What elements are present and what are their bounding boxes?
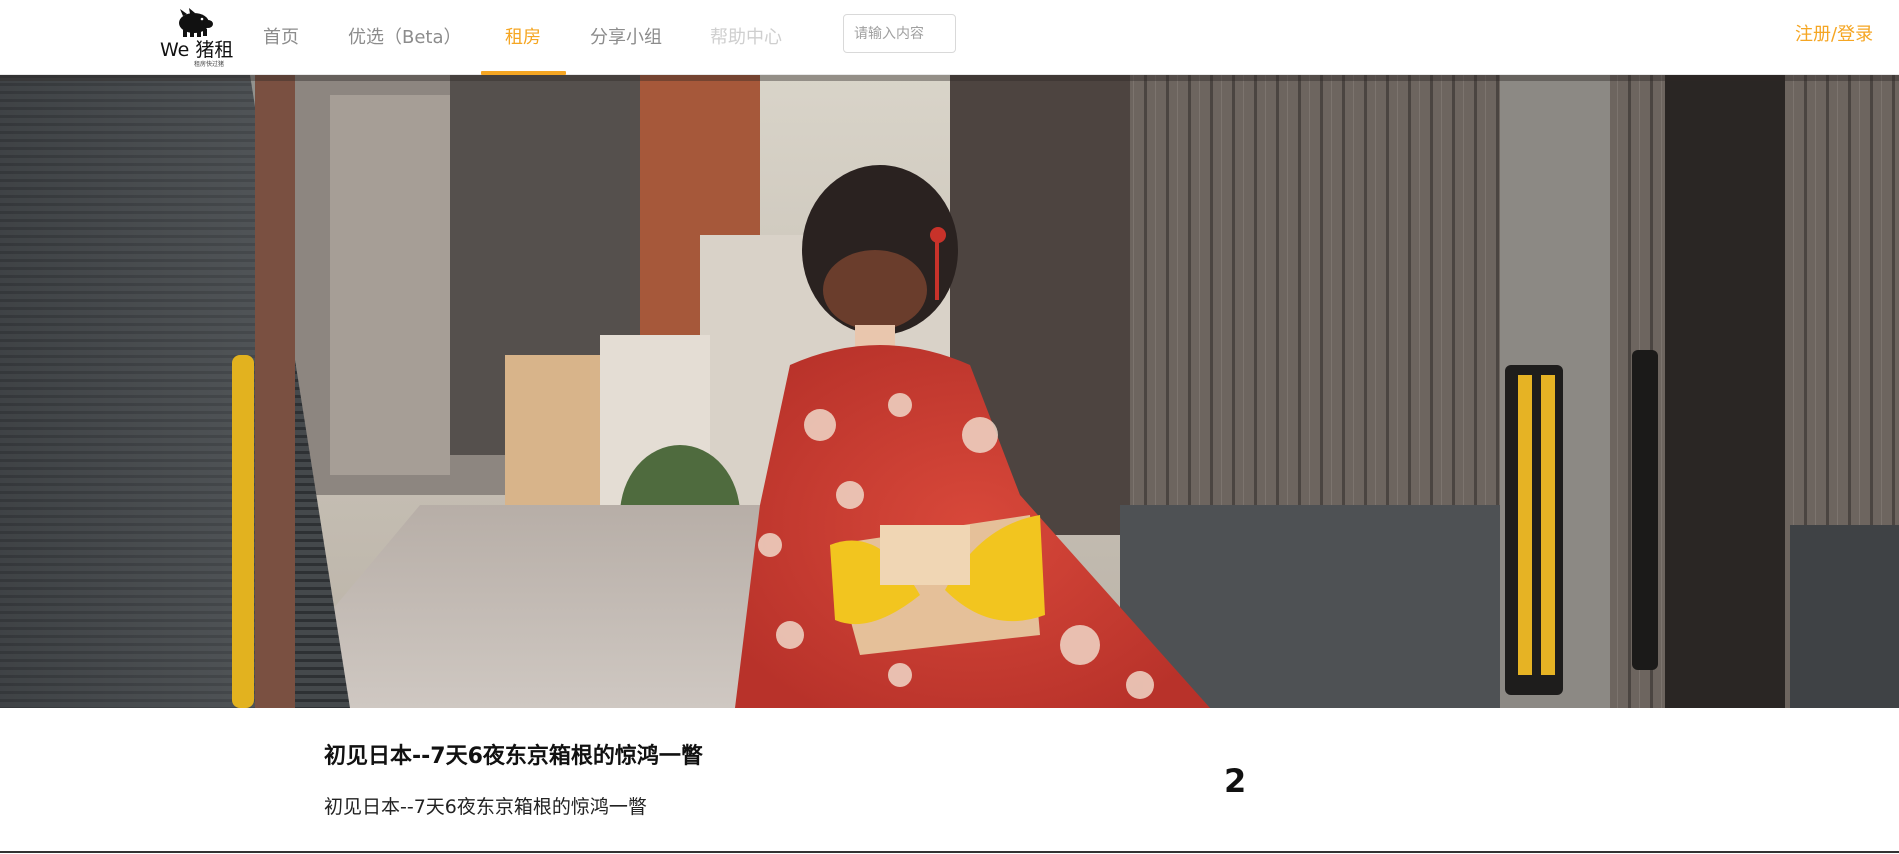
search-input[interactable] (843, 14, 956, 53)
nav-item-featured-beta[interactable]: 优选（Beta） (348, 0, 462, 75)
top-header: We 猪租 租房快过猪 首页 优选（Beta） 租房 分享小组 帮助中心 注册/… (0, 0, 1899, 75)
site-logo[interactable]: We 猪租 租房快过猪 (158, 8, 234, 68)
article-summary: 初见日本--7天6夜东京箱根的惊鸿一瞥 (324, 796, 647, 818)
nav-item-help-center[interactable]: 帮助中心 (710, 0, 782, 75)
hero-photo (0, 75, 1899, 708)
article-title[interactable]: 初见日本--7天6夜东京箱根的惊鸿一瞥 (324, 738, 703, 770)
brand-tagline: 租房快过猪 (194, 61, 225, 68)
page-number: 2 (1224, 762, 1247, 800)
nav-item-rent[interactable]: 租房 (505, 0, 541, 75)
brand-name: We 猪租 (160, 39, 234, 61)
bottom-divider (0, 851, 1899, 853)
nav-item-home[interactable]: 首页 (263, 0, 299, 75)
hero-banner-image (0, 75, 1899, 708)
nav-item-share-group[interactable]: 分享小组 (590, 0, 662, 75)
pig-logo-icon (179, 8, 213, 37)
register-login-link[interactable]: 注册/登录 (1795, 20, 1873, 46)
